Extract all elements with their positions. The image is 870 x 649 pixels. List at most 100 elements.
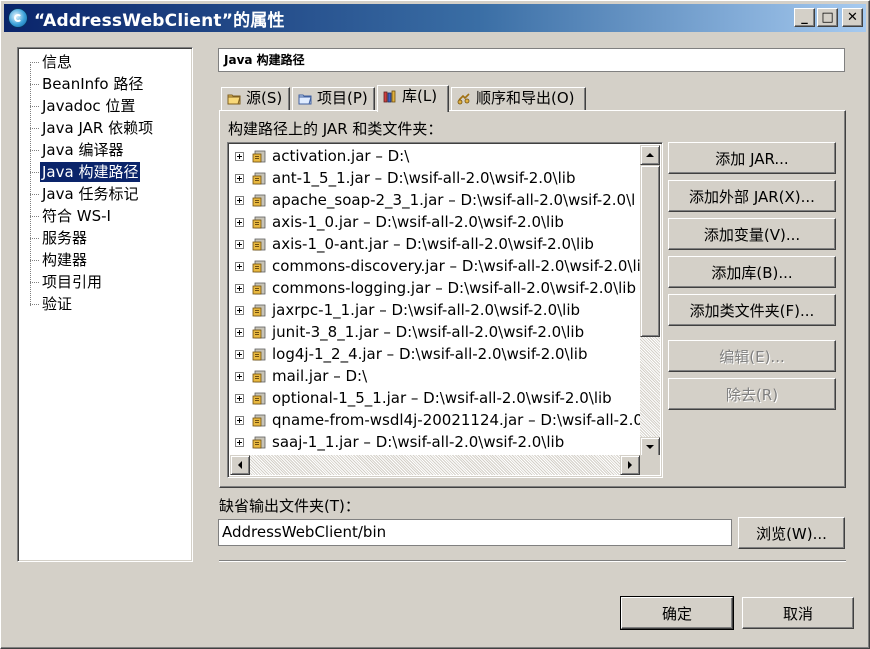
arrow-left-icon [238,461,242,469]
tab-libraries[interactable]: 库(L) [377,85,449,112]
remove-button[interactable]: 除去(R) [668,378,836,410]
tab-libraries-label: 库(L) [402,87,438,105]
nav-item-java-jar-dependencies[interactable]: Java JAR 依赖项 [29,118,155,138]
edit-button[interactable]: 编辑(E)... [668,340,836,372]
library-row-label: mail.jar – D:\ [272,367,368,385]
add-external-jar-button[interactable]: 添加外部 JAR(X)... [668,180,836,212]
add-class-folder-button[interactable]: 添加类文件夹(F)... [668,294,836,326]
close-button[interactable]: ✕ [842,8,863,27]
arrow-up-icon [646,153,654,157]
add-library-button[interactable]: 添加库(B)... [668,256,836,288]
scroll-up-button[interactable] [640,145,660,165]
jar-icon [252,326,266,339]
library-list[interactable]: activation.jar – D:\ ant-1_5_1.jar – D:\w… [227,142,663,478]
horizontal-scrollbar[interactable] [230,455,640,475]
output-folder-label: 缺省输出文件夹(T)： [219,497,360,515]
nav-item-builders[interactable]: 构建器 [29,250,89,270]
scroll-down-button[interactable] [640,437,660,457]
property-page-tree[interactable]: 信息 BeanInfo 路径 Javadoc 位置 Java JAR 依赖项 J… [17,47,193,562]
expand-icon[interactable] [235,328,244,337]
arrow-right-icon [628,461,632,469]
jar-icon [252,370,266,383]
output-folder-field[interactable]: AddressWebClient/bin [218,519,732,546]
expand-icon[interactable] [235,284,244,293]
arrow-down-icon [646,445,654,449]
add-jar-button[interactable]: 添加 JAR... [668,142,836,174]
expand-icon[interactable] [235,174,244,183]
library-row-label: jaxrpc-1_1.jar – D:\wsif-all-2.0\wsif-2.… [272,301,581,319]
maximize-button[interactable]: □ [817,8,838,27]
jar-icon [252,194,266,207]
app-icon [8,8,28,28]
nav-item-java-build-path[interactable]: Java 构建路径 [29,162,141,182]
expand-icon[interactable] [235,350,244,359]
jar-icon [252,414,266,427]
page-title: Java 构建路径 [218,48,845,72]
library-row-label: saaj-1_1.jar – D:\wsif-all-2.0\wsif-2.0\… [272,433,565,451]
scroll-right-button[interactable] [620,455,640,475]
scroll-left-button[interactable] [230,455,250,475]
expand-icon[interactable] [235,240,244,249]
expand-icon[interactable] [235,416,244,425]
jar-icon [252,304,266,317]
nav-item-info[interactable]: 信息 [29,52,74,72]
tab-source-label: 源(S) [246,89,283,107]
jar-icon [252,216,266,229]
expand-icon[interactable] [235,394,244,403]
nav-item-javadoc-location[interactable]: Javadoc 位置 [29,96,137,116]
expand-icon[interactable] [235,218,244,227]
tab-projects[interactable]: 项目(P) [292,87,375,110]
library-row-label: activation.jar – D:\ [272,147,410,165]
nav-item-java-task-tags[interactable]: Java 任务标记 [29,184,140,204]
properties-dialog: “AddressWebClient”的属性 _ □ ✕ 信息 BeanInfo … [0,0,870,649]
add-variable-button[interactable]: 添加变量(V)... [668,218,836,250]
minimize-button[interactable]: _ [794,8,815,27]
library-row-label: optional-1_5_1.jar – D:\wsif-all-2.0\wsi… [272,389,612,407]
jar-icon [252,260,266,273]
library-list-content: activation.jar – D:\ ant-1_5_1.jar – D:\w… [230,145,640,457]
library-row-label: apache_soap-2_3_1.jar – D:\wsif-all-2.0\… [272,191,636,209]
order-export-icon [457,93,470,105]
nav-item-java-compiler[interactable]: Java 编译器 [29,140,125,160]
tab-order-export[interactable]: 顺序和导出(O) [451,87,586,110]
jar-icon [252,238,266,251]
library-row-label: axis-1_0.jar – D:\wsif-all-2.0\wsif-2.0\… [272,213,564,231]
library-icon [383,90,396,103]
library-row-label: junit-3_8_1.jar – D:\wsif-all-2.0\wsif-2… [272,323,585,341]
scrollbar-corner [640,455,660,475]
expand-icon[interactable] [235,306,244,315]
vertical-scrollbar[interactable] [640,145,660,457]
nav-item-ws-i-compliance[interactable]: 符合 WS-I [30,206,113,226]
nav-item-project-references[interactable]: 项目引用 [29,272,104,292]
title-bar[interactable]: “AddressWebClient”的属性 _ □ ✕ [4,4,866,32]
source-folder-icon [227,94,241,105]
library-row-label: axis-1_0-ant.jar – D:\wsif-all-2.0\wsif-… [272,235,594,253]
libraries-section-label: 构建路径上的 JAR 和类文件夹： [228,120,443,138]
vertical-scroll-thumb[interactable] [640,165,660,337]
expand-icon[interactable] [235,438,244,447]
expand-icon[interactable] [235,196,244,205]
expand-icon[interactable] [235,372,244,381]
library-row-label: ant-1_5_1.jar – D:\wsif-all-2.0\wsif-2.0… [272,169,576,187]
jar-icon [252,348,266,361]
nav-item-validation[interactable]: 验证 [29,294,74,314]
browse-button[interactable]: 浏览(W)... [738,517,845,549]
jar-icon [252,150,266,163]
nav-item-server[interactable]: 服务器 [29,228,89,248]
tab-order-export-label: 顺序和导出(O) [476,89,575,107]
jar-icon [252,392,266,405]
tab-source[interactable]: 源(S) [221,87,290,110]
expand-icon[interactable] [235,152,244,161]
library-row-label: qname-from-wsdl4j-20021124.jar – D:\wsif… [272,411,640,429]
jar-icon [252,172,266,185]
jar-icon [252,282,266,295]
cancel-button[interactable]: 取消 [742,597,854,629]
window-title: “AddressWebClient”的属性 [34,10,285,31]
project-folder-icon [298,94,312,105]
expand-icon[interactable] [235,262,244,271]
separator [219,560,846,562]
ok-button[interactable]: 确定 [620,596,734,630]
nav-item-beaninfo-path[interactable]: BeanInfo 路径 [29,74,145,94]
library-row-label: commons-logging.jar – D:\wsif-all-2.0\ws… [272,279,636,297]
tree-connector [30,64,31,306]
